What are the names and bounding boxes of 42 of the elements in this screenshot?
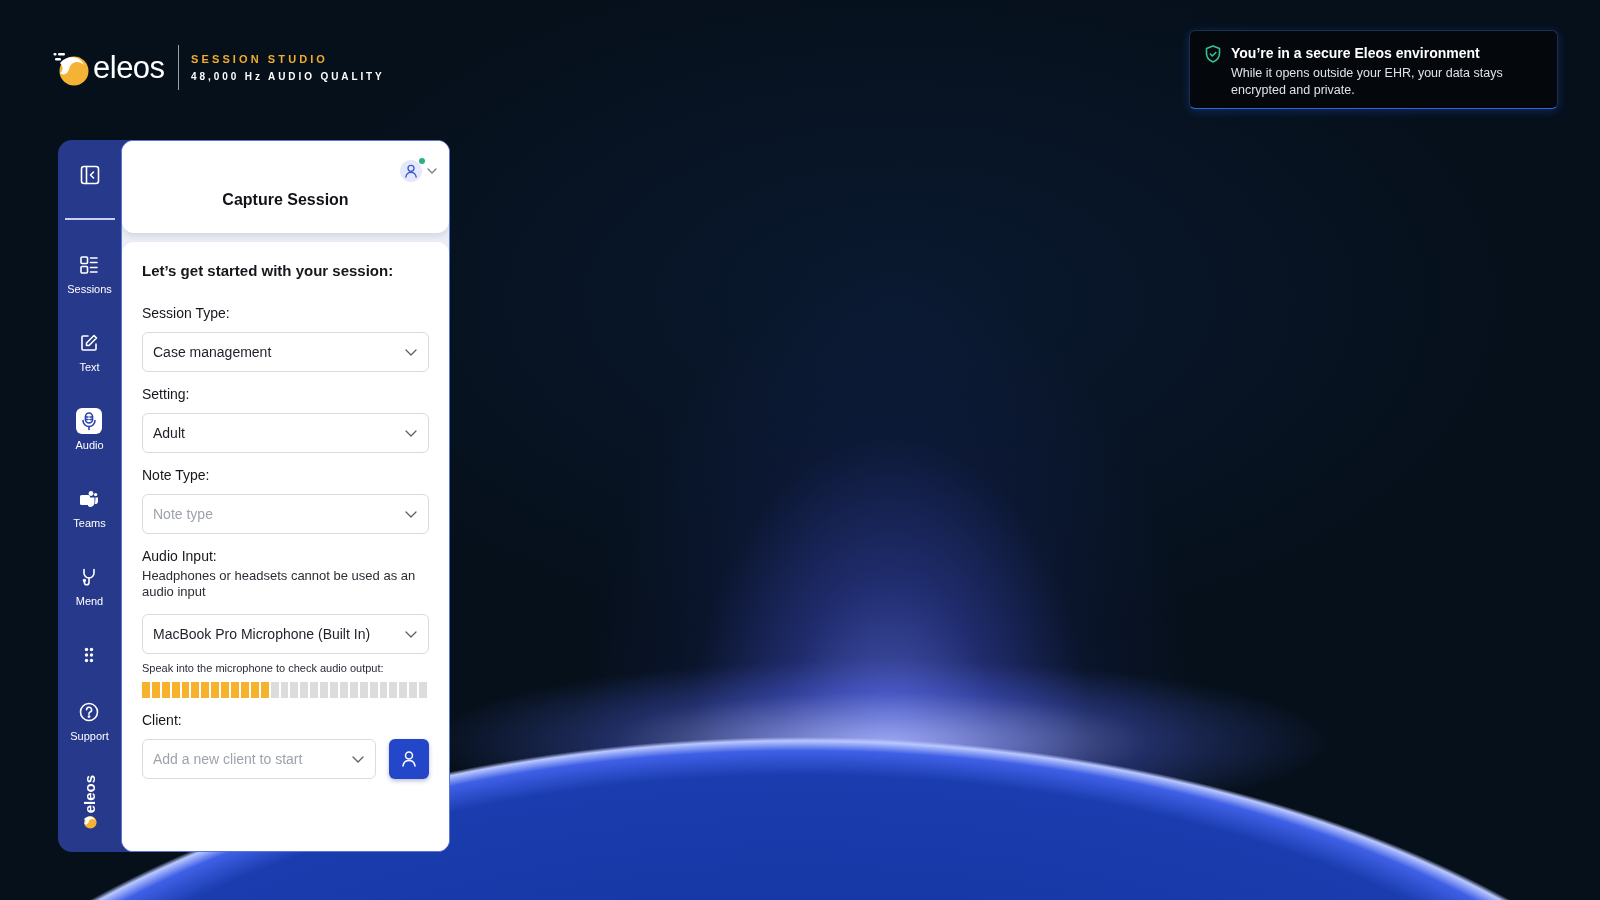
shield-check-icon xyxy=(1205,45,1221,63)
form-heading: Let’s get started with your session: xyxy=(142,262,395,280)
chevron-down-icon xyxy=(405,510,417,518)
field-help-text: Headphones or headsets cannot be used as an audio input xyxy=(142,568,417,600)
help-icon xyxy=(79,701,100,722)
user-avatar-icon xyxy=(400,160,422,182)
field-label: Session Type: xyxy=(142,305,231,322)
field-label: Setting: xyxy=(142,386,191,403)
microphone-icon xyxy=(76,407,103,434)
field-label: Note Type: xyxy=(142,467,211,484)
sidebar-item[interactable]: Mend xyxy=(75,566,104,608)
field-label: Client: xyxy=(142,712,183,729)
sidebar-item[interactable]: Sessions xyxy=(67,254,112,296)
account-menu-button[interactable] xyxy=(400,160,437,182)
chevron-down-icon xyxy=(405,429,417,437)
add-client-button[interactable] xyxy=(389,739,429,779)
eleos-logo-icon xyxy=(82,814,97,829)
product-name: SESSION STUDIO xyxy=(191,52,330,66)
product-tagline: 48,000 Hz AUDIO QUALITY xyxy=(191,70,385,83)
sidebar-item[interactable]: Text xyxy=(79,332,100,374)
sidebar-item[interactable]: Audio xyxy=(75,410,104,452)
chevron-down-icon xyxy=(405,630,417,638)
chevron-down-icon xyxy=(405,348,417,356)
brand-name: eleos xyxy=(93,52,165,83)
meter-caption: Speak into the microphone to check audio output: xyxy=(142,662,385,675)
field-label: Audio Input: xyxy=(142,548,218,565)
dropdown-field[interactable]: MacBook Pro Microphone (Built In) xyxy=(142,614,429,654)
person-icon xyxy=(402,751,416,767)
brand-name: eleos xyxy=(82,774,97,813)
sidebar-item[interactable]: Teams xyxy=(73,488,106,530)
chevron-down-icon xyxy=(352,755,364,763)
chevron-down-icon xyxy=(427,168,437,174)
dropdown-field[interactable]: Adult xyxy=(142,413,429,453)
sidebar-item[interactable]: Support xyxy=(70,701,109,743)
dropdown-field[interactable]: Case management xyxy=(142,332,429,372)
notice-message: While it opens outside your EHR, your data stays encrypted and private. xyxy=(1231,65,1504,99)
grid-list-icon xyxy=(79,254,100,275)
panel-title: Capture Session xyxy=(221,190,350,210)
edit-icon xyxy=(79,332,100,353)
notice-title: You’re in a secure Eleos environment xyxy=(1231,44,1481,62)
sidebar-collapse-icon[interactable] xyxy=(79,165,100,185)
team-icon xyxy=(79,488,100,509)
